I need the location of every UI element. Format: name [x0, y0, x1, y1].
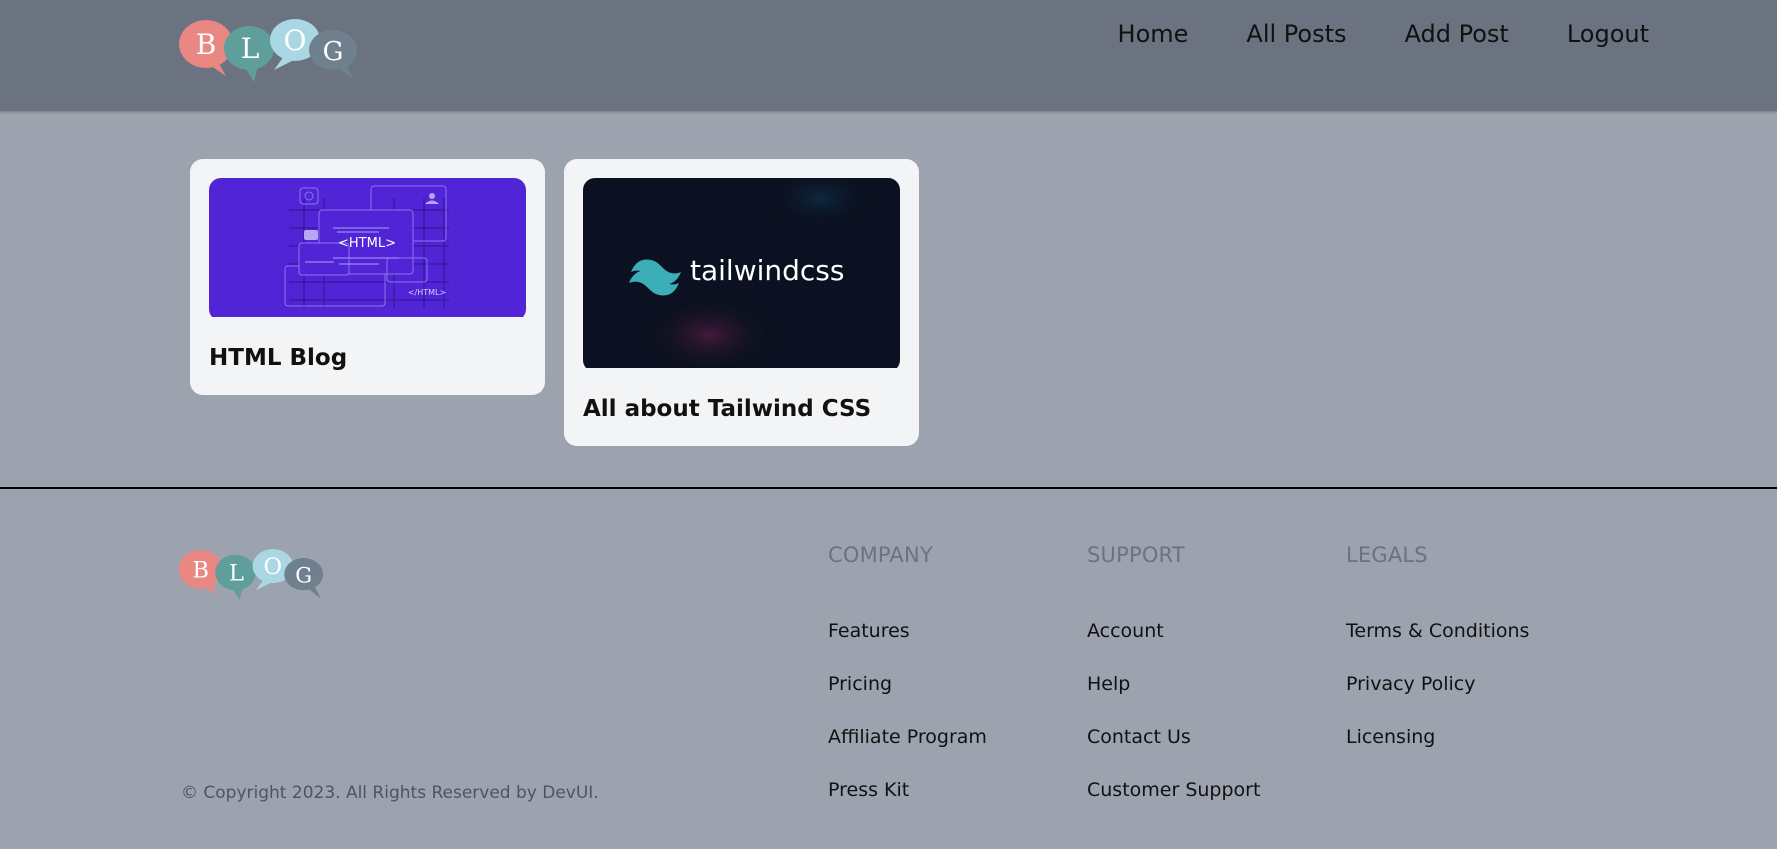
post-list: <HTML> </HTML> HTML Blog tailwindcss All… — [190, 159, 919, 446]
svg-text:L: L — [229, 561, 244, 587]
nav-logout-link[interactable]: Logout — [1567, 18, 1649, 50]
copyright-text: © Copyright 2023. All Rights Reserved by… — [181, 783, 599, 803]
svg-text:O: O — [264, 554, 283, 580]
nav-home-link[interactable]: Home — [1118, 18, 1189, 50]
post-card[interactable]: tailwindcss All about Tailwind CSS — [564, 159, 919, 446]
footer-link-customer-support[interactable]: Customer Support — [1087, 779, 1260, 801]
footer-link-affiliate-program[interactable]: Affiliate Program — [828, 726, 987, 748]
footer-heading: COMPANY — [828, 543, 933, 567]
svg-text:</HTML>: </HTML> — [408, 288, 446, 297]
footer-link-privacy-policy[interactable]: Privacy Policy — [1346, 673, 1475, 695]
footer-link-press-kit[interactable]: Press Kit — [828, 779, 909, 801]
post-thumbnail: tailwindcss — [583, 178, 900, 372]
post-title[interactable]: All about Tailwind CSS — [583, 394, 900, 424]
footer-link-features[interactable]: Features — [828, 620, 910, 642]
footer-link-terms[interactable]: Terms & Conditions — [1346, 620, 1529, 642]
footer-link-contact-us[interactable]: Contact Us — [1087, 726, 1191, 748]
logo-bubble-g: G — [309, 30, 357, 80]
footer-logo[interactable]: B L O G — [178, 548, 328, 602]
footer-divider — [0, 487, 1777, 489]
svg-text:G: G — [295, 562, 312, 587]
footer-column-legals: LEGALS Terms & Conditions Privacy Policy… — [1346, 541, 1529, 748]
svg-text:tailwindcss: tailwindcss — [690, 254, 844, 287]
post-title[interactable]: HTML Blog — [209, 343, 526, 373]
footer-link-pricing[interactable]: Pricing — [828, 673, 892, 695]
nav-add-post-link[interactable]: Add Post — [1405, 18, 1509, 50]
svg-text:O: O — [284, 24, 307, 57]
footer-heading: SUPPORT — [1087, 543, 1185, 567]
main-nav: Home All Posts Add Post Logout — [1118, 18, 1649, 50]
post-card[interactable]: <HTML> </HTML> HTML Blog — [190, 159, 545, 395]
logo-bubble-l: L — [224, 26, 274, 82]
logo-bubble-g: G — [284, 557, 324, 599]
svg-text:G: G — [323, 37, 344, 67]
footer-column-support: SUPPORT Account Help Contact Us Customer… — [1087, 541, 1260, 801]
footer-heading: LEGALS — [1346, 543, 1428, 567]
svg-text:B: B — [192, 557, 209, 583]
svg-text:B: B — [196, 28, 217, 61]
svg-text:<HTML>: <HTML> — [338, 236, 396, 251]
svg-text:L: L — [241, 32, 260, 65]
footer-link-licensing[interactable]: Licensing — [1346, 726, 1435, 748]
footer-link-help[interactable]: Help — [1087, 673, 1130, 695]
footer-link-account[interactable]: Account — [1087, 620, 1164, 642]
nav-all-posts-link[interactable]: All Posts — [1246, 18, 1346, 50]
logo-bubble-l: L — [215, 554, 256, 601]
blog-logo[interactable]: B L O G — [178, 18, 363, 84]
site-header: B L O G Home All Posts Add Post Logout — [0, 0, 1777, 111]
post-thumbnail: <HTML> </HTML> — [209, 178, 526, 321]
footer-column-company: COMPANY Features Pricing Affiliate Progr… — [828, 541, 987, 801]
